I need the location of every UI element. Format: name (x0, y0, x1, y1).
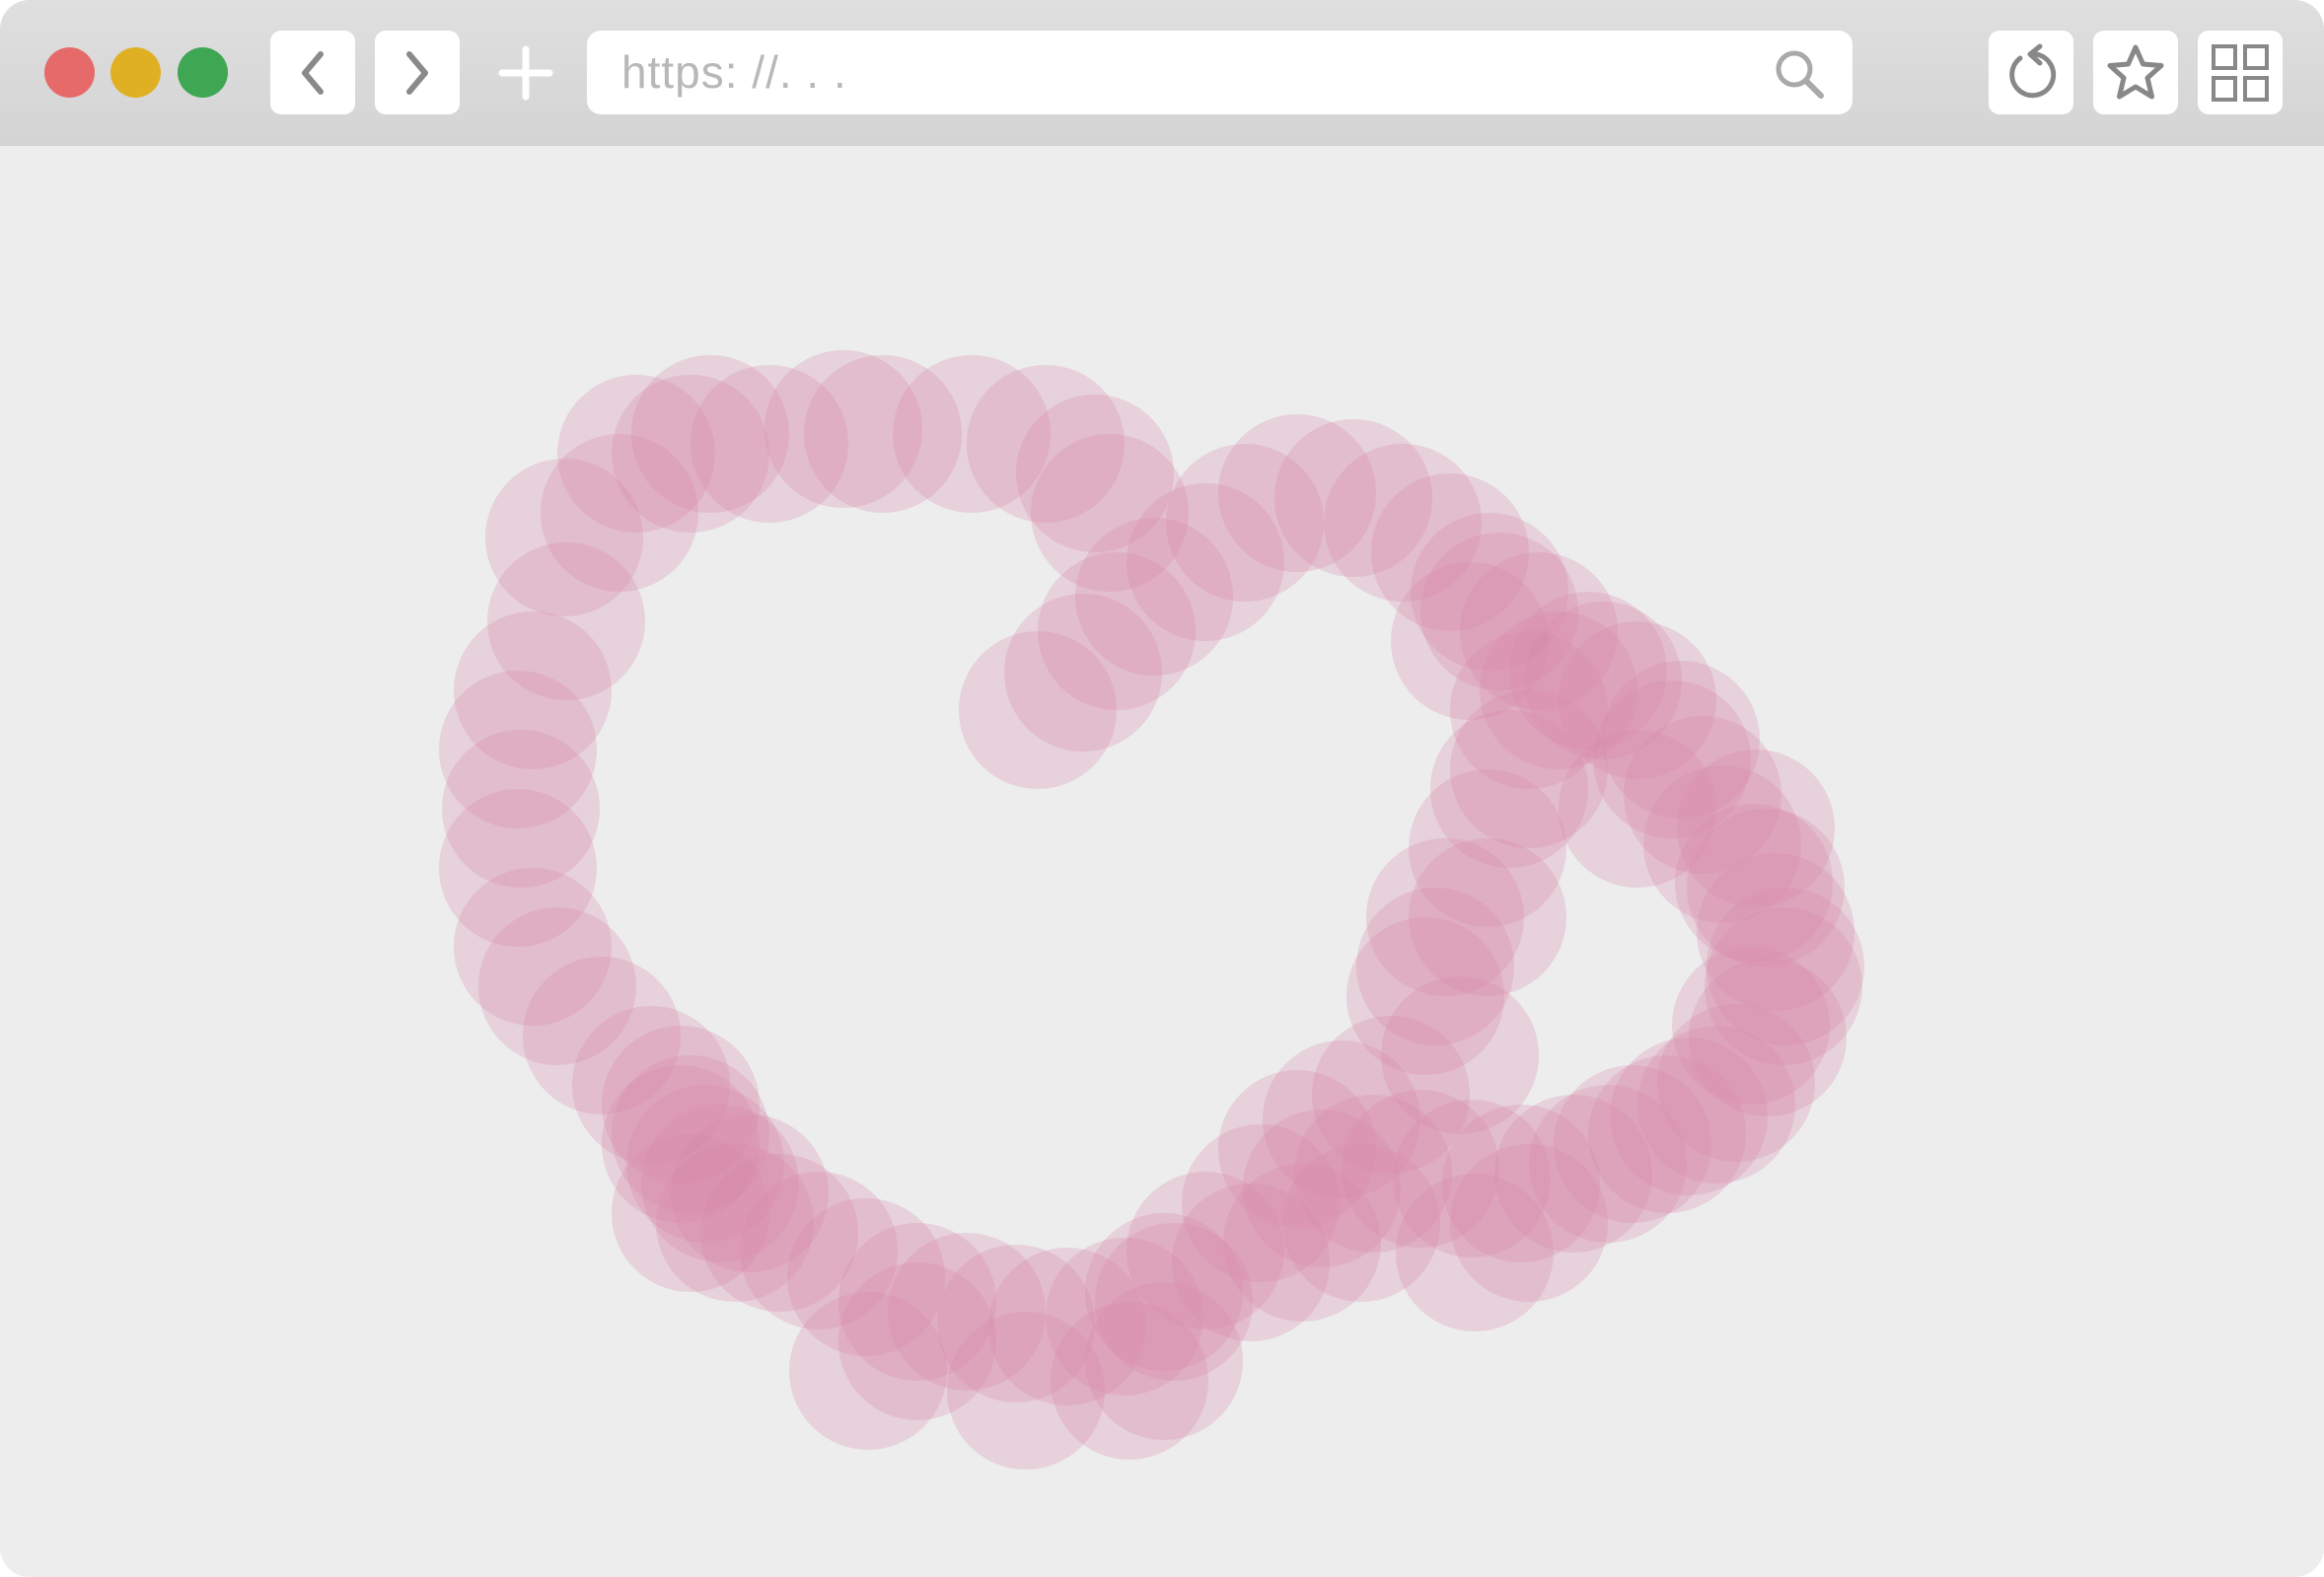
chevron-left-icon (302, 50, 324, 95)
bookmark-button[interactable] (2093, 31, 2178, 114)
close-window-button[interactable] (44, 47, 95, 98)
pink-circle (602, 1026, 760, 1183)
reload-button[interactable] (1989, 31, 2073, 114)
address-bar[interactable]: https: //. . . (587, 31, 1852, 114)
circle-group (439, 350, 1864, 1469)
circle-spiral-artwork (439, 350, 1864, 1469)
reload-icon (2009, 43, 2057, 98)
browser-window: https: //. . . (0, 0, 2324, 1577)
pink-circle (1409, 838, 1566, 996)
minimize-window-button[interactable] (110, 47, 161, 98)
browser-toolbar: https: //. . . (0, 0, 2324, 146)
grid-icon (2212, 43, 2269, 102)
forward-button[interactable] (375, 31, 460, 114)
page-viewport (0, 146, 2324, 1577)
url-placeholder: https: //. . . (621, 46, 847, 98)
pink-circle (1085, 1282, 1243, 1440)
back-button[interactable] (270, 31, 355, 114)
pink-circle (1559, 730, 1716, 888)
pink-circle (1031, 434, 1189, 592)
search-icon[interactable] (1772, 46, 1827, 102)
tabs-grid-button[interactable] (2198, 31, 2283, 114)
plus-icon (498, 45, 553, 100)
maximize-window-button[interactable] (178, 47, 228, 98)
chevron-right-icon (406, 50, 428, 95)
new-tab-button[interactable] (483, 31, 568, 114)
star-icon (2107, 44, 2164, 99)
